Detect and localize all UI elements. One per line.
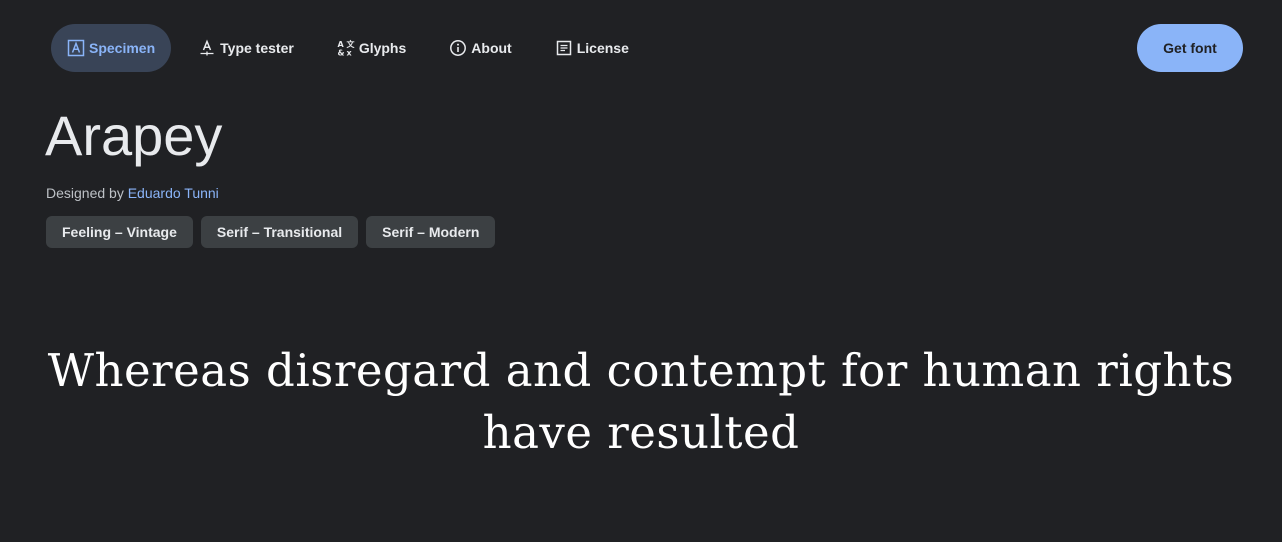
tab-specimen[interactable]: Specimen: [51, 24, 172, 72]
designed-by-label: Designed by: [46, 185, 124, 201]
font-title: Arapey: [45, 104, 223, 167]
designer-link[interactable]: Eduardo Tunni: [128, 185, 219, 201]
tab-license[interactable]: License: [539, 24, 645, 72]
svg-text:&: &: [337, 49, 344, 58]
tag-chip[interactable]: Feeling – Vintage: [46, 216, 193, 248]
specimen-icon: [67, 39, 85, 57]
font-tags: Feeling – Vintage Serif – Transitional S…: [46, 216, 503, 248]
tag-chip[interactable]: Serif – Modern: [366, 216, 496, 248]
tag-chip[interactable]: Serif – Transitional: [200, 216, 359, 248]
specimen-line: have resulted: [482, 406, 800, 459]
designer-line: Designed by Eduardo Tunni: [46, 185, 219, 201]
svg-text:文: 文: [346, 39, 355, 49]
tab-glyphs-label: Glyphs: [358, 40, 407, 56]
get-font-button[interactable]: Get font: [1137, 24, 1243, 72]
license-icon: [555, 39, 573, 57]
tab-type-tester-label: Type tester: [220, 40, 294, 56]
svg-text:x: x: [346, 49, 352, 58]
glyphs-icon: A 文 & x: [337, 39, 355, 57]
tab-glyphs[interactable]: A 文 & x Glyphs: [321, 24, 422, 72]
info-icon: [449, 39, 467, 57]
tab-type-tester[interactable]: Type tester: [182, 24, 310, 72]
specimen-line: Whereas disregard and contempt for human…: [47, 344, 1235, 397]
tab-specimen-label: Specimen: [89, 40, 156, 56]
type-tester-icon: [198, 39, 216, 57]
tab-about-label: About: [471, 40, 512, 56]
tab-about[interactable]: About: [433, 24, 527, 72]
tab-license-label: License: [576, 40, 629, 56]
specimen-sample-text: Whereas disregard and contempt for human…: [40, 340, 1242, 464]
top-navigation: Specimen Type tester A 文 & x Glyphs Abou…: [51, 24, 656, 72]
